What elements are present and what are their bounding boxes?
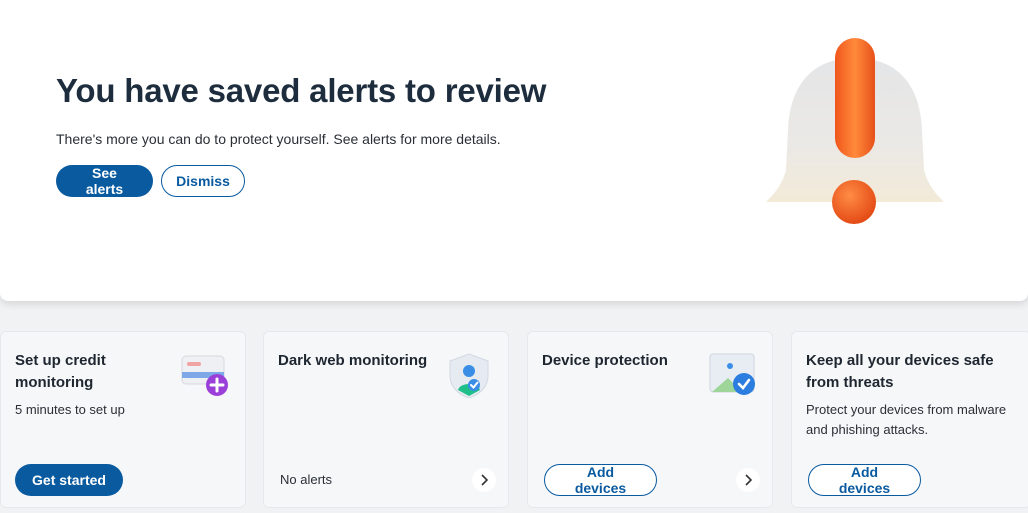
add-devices-button[interactable]: Add devices bbox=[544, 464, 657, 496]
card-title: Set up credit monitoring bbox=[15, 352, 106, 391]
see-alerts-button[interactable]: See alerts bbox=[56, 165, 153, 197]
chevron-right-icon[interactable] bbox=[736, 468, 760, 492]
credit-card-plus-icon bbox=[181, 352, 231, 398]
device-safety-card: Keep all your devices safe from threats … bbox=[791, 331, 1028, 508]
get-started-button[interactable]: Get started bbox=[15, 464, 123, 496]
device-check-icon bbox=[708, 352, 758, 398]
shield-user-icon bbox=[444, 352, 494, 399]
credit-monitoring-card: Set up credit monitoring 5 minutes to se… bbox=[0, 331, 246, 508]
banner-title: You have saved alerts to review bbox=[56, 72, 547, 109]
card-subtitle: 5 minutes to set up bbox=[15, 402, 125, 417]
bell-alert-icon bbox=[760, 30, 950, 230]
card-status: No alerts bbox=[280, 472, 333, 487]
dismiss-button[interactable]: Dismiss bbox=[161, 165, 245, 197]
device-protection-card[interactable]: Device protection Add devices bbox=[527, 331, 773, 508]
card-subtitle: Protect your devices from malware and ph… bbox=[806, 402, 1007, 437]
card-title: Device protection bbox=[542, 352, 668, 369]
card-title: Dark web monitoring bbox=[278, 352, 428, 369]
dark-web-monitoring-card[interactable]: Dark web monitoring No alerts bbox=[263, 331, 509, 508]
card-title: Keep all your devices safe from threats bbox=[806, 352, 994, 391]
add-devices-button[interactable]: Add devices bbox=[808, 464, 921, 496]
banner-subtitle: There's more you can do to protect yours… bbox=[56, 131, 501, 147]
alerts-banner: You have saved alerts to review There's … bbox=[0, 0, 1028, 301]
chevron-right-icon[interactable] bbox=[472, 468, 496, 492]
